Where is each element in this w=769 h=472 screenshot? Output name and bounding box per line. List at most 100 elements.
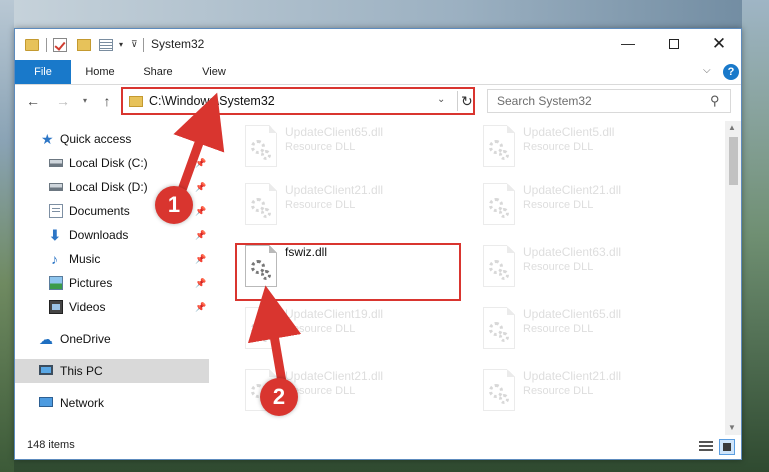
file-name: UpdateClient21.dll [523, 183, 622, 197]
dll-file-icon [483, 245, 515, 287]
status-bar: 148 items [15, 435, 741, 459]
gear-icon [261, 208, 271, 218]
file-item[interactable]: UpdateClient21.dll Resource DLL [475, 179, 705, 235]
gear-icon [499, 394, 509, 404]
nav-item-label: Pictures [69, 276, 113, 290]
file-item[interactable]: UpdateClient63.dll Resource DLL [475, 241, 705, 297]
maximize-button[interactable] [651, 29, 697, 60]
disk-icon [49, 183, 63, 191]
customize-toolbar-icon[interactable]: ⊽ [131, 39, 138, 50]
file-type: Resource DLL [523, 141, 594, 153]
refresh-icon[interactable]: ↻ [461, 91, 475, 111]
dll-file-icon [245, 183, 277, 225]
file-name: UpdateClient5.dll [523, 125, 615, 139]
forward-button[interactable]: → [53, 89, 73, 113]
pin-icon: 📌 [195, 254, 207, 264]
download-icon: ⬇ [49, 227, 61, 243]
nav-item-label: Downloads [69, 228, 129, 242]
step-badge-1: 1 [155, 186, 193, 224]
file-type: Resource DLL [523, 261, 594, 273]
nav-item-label: Quick access [60, 132, 132, 146]
search-box[interactable]: Search System32 ⚲ [487, 89, 731, 113]
tab-view[interactable]: View [189, 60, 239, 84]
vertical-scrollbar[interactable]: ▲ ▼ [725, 121, 741, 435]
properties-check-icon[interactable] [53, 38, 67, 52]
folder-icon [129, 96, 143, 107]
gear-icon [261, 150, 271, 160]
nav-item-label: Music [69, 252, 101, 266]
details-view-icon[interactable] [699, 441, 713, 453]
address-dropdown-icon[interactable]: ⌄ [437, 94, 445, 105]
scrollbar-thumb[interactable] [729, 137, 738, 185]
recent-locations-button[interactable]: ▾ [79, 89, 91, 113]
file-type: Resource DLL [523, 323, 594, 335]
back-button[interactable]: ← [23, 89, 43, 113]
computer-icon [39, 365, 53, 375]
music-icon: ♪ [51, 251, 58, 267]
gear-icon [499, 270, 509, 280]
nav-item-videos[interactable]: Videos 📌 [15, 295, 211, 319]
title-bar: ▾ ⊽ System32 — ✕ [15, 29, 741, 60]
videos-icon [49, 300, 63, 314]
tab-share[interactable]: Share [133, 60, 183, 84]
minimize-button[interactable]: — [605, 29, 651, 60]
tab-home[interactable]: Home [75, 60, 125, 84]
large-icons-view-icon[interactable] [719, 439, 735, 455]
dll-file-icon [483, 369, 515, 411]
file-item[interactable]: UpdateClient21.dll Resource DLL [237, 179, 467, 235]
file-name: UpdateClient19.dll [285, 307, 384, 321]
file-item[interactable]: UpdateClient21.dll Resource DLL [475, 365, 705, 421]
nav-item-music[interactable]: ♪ Music 📌 [15, 247, 211, 271]
toolbar-divider [143, 38, 144, 52]
address-divider [457, 91, 458, 111]
nav-item-pictures[interactable]: Pictures 📌 [15, 271, 211, 295]
address-path[interactable]: C:\Windows\System32 [149, 94, 275, 108]
nav-item-onedrive[interactable]: ☁ OneDrive [15, 327, 211, 351]
file-name: UpdateClient63.dll [523, 245, 622, 259]
pin-icon: 📌 [195, 182, 207, 192]
nav-item-downloads[interactable]: ⬇ Downloads 📌 [15, 223, 211, 247]
file-highlight-box [235, 243, 461, 301]
folder-icon [25, 39, 39, 51]
pin-icon: 📌 [195, 302, 207, 312]
nav-item-network[interactable]: Network [15, 391, 211, 415]
help-icon[interactable]: ? [723, 64, 739, 80]
window-title: System32 [151, 37, 205, 51]
up-button[interactable]: ↑ [97, 89, 117, 113]
nav-item-local-disk-c[interactable]: Local Disk (C:) 📌 [15, 151, 211, 175]
close-button[interactable]: ✕ [696, 29, 741, 60]
nav-item-quick-access[interactable]: ★ Quick access [15, 127, 211, 151]
file-type: Resource DLL [523, 199, 594, 211]
nav-item-label: Videos [69, 300, 106, 314]
gear-icon [499, 208, 509, 218]
properties-icon[interactable] [99, 39, 113, 51]
file-item[interactable]: UpdateClient65.dll Resource DLL [475, 303, 705, 359]
new-folder-icon[interactable] [77, 39, 91, 51]
dll-file-icon [483, 183, 515, 225]
address-bar[interactable]: C:\Windows\System32 ⌄ ↻ [121, 87, 475, 115]
dll-file-icon [483, 307, 515, 349]
navigation-pane: ★ Quick access Local Disk (C:) 📌 Local D… [15, 121, 211, 435]
nav-item-label: Network [60, 396, 105, 410]
gear-icon [261, 332, 271, 342]
desktop-background-left [0, 0, 14, 472]
tab-file[interactable]: File [15, 60, 71, 84]
quick-access-dropdown-icon[interactable]: ▾ [119, 40, 123, 49]
scroll-down-icon[interactable]: ▼ [728, 423, 736, 432]
pin-icon: 📌 [195, 278, 207, 288]
file-item[interactable]: UpdateClient5.dll Resource DLL [475, 121, 705, 177]
maximize-icon [669, 39, 679, 50]
dll-file-icon [245, 307, 277, 349]
file-item[interactable]: UpdateClient19.dll Resource DLL [237, 303, 467, 359]
file-item[interactable]: UpdateClient65.dll Resource DLL [237, 121, 467, 177]
ribbon-tabs: File Home Share View ⌵ ? [15, 60, 741, 85]
file-name: UpdateClient21.dll [285, 183, 384, 197]
item-count: 148 items [27, 439, 75, 451]
file-name: UpdateClient65.dll [285, 125, 384, 139]
nav-item-this-pc[interactable]: This PC [15, 359, 209, 383]
search-placeholder[interactable]: Search System32 [497, 94, 592, 108]
pin-icon: 📌 [195, 230, 207, 240]
file-name: UpdateClient21.dll [523, 369, 622, 383]
scroll-up-icon[interactable]: ▲ [728, 123, 736, 132]
expand-ribbon-icon[interactable]: ⌵ [703, 65, 711, 76]
